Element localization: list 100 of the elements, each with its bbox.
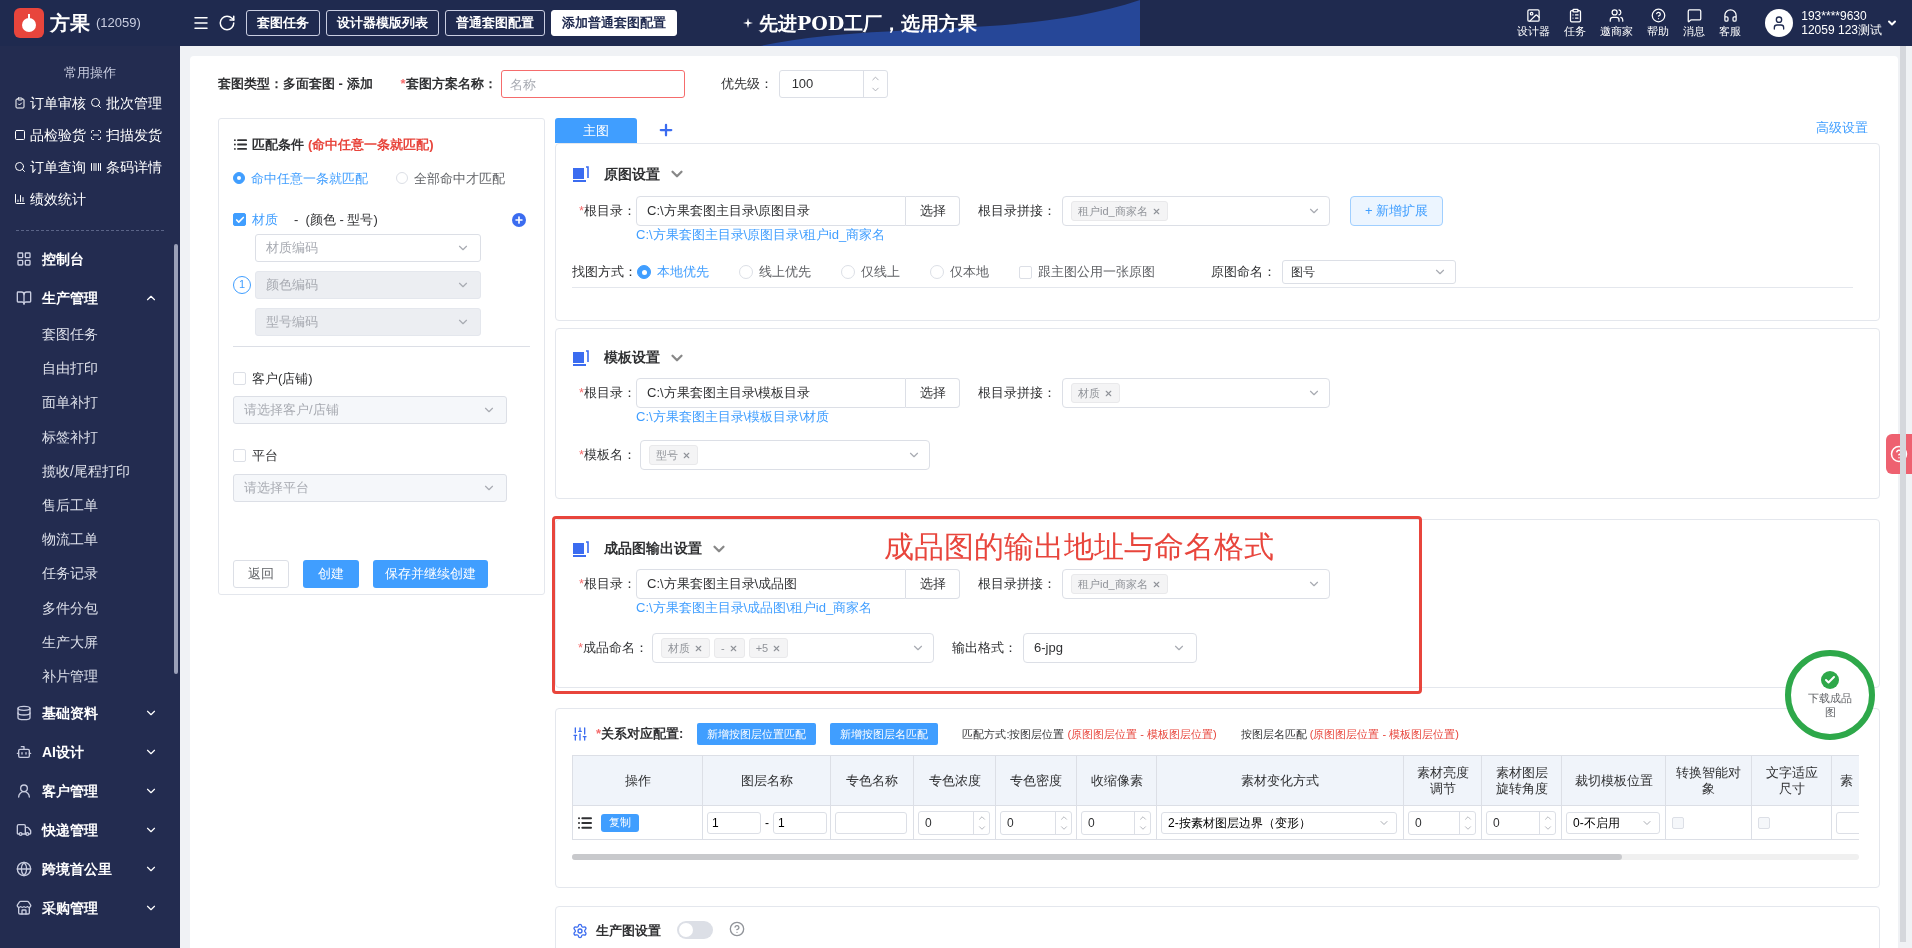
name-field[interactable]: 名称 <box>500 70 685 98</box>
layer-to-field[interactable]: 1 <box>773 811 827 834</box>
help-icon[interactable] <box>729 921 745 937</box>
page-scrollbar[interactable] <box>1900 46 1906 942</box>
filter-checkbox[interactable] <box>233 449 246 463</box>
toolbar-button[interactable]: 消息 <box>1683 8 1706 38</box>
avatar[interactable] <box>1765 9 1794 37</box>
number-field[interactable]: 0 <box>918 810 990 835</box>
select-tag: +5 <box>748 638 789 658</box>
drag-handle-icon[interactable] <box>577 814 593 831</box>
menu-item[interactable]: 采购管理 <box>0 888 180 928</box>
quick-action[interactable]: 订单查询 <box>14 156 90 178</box>
filter-checkbox[interactable] <box>233 371 246 385</box>
quick-action[interactable]: 条码详情 <box>90 156 166 178</box>
add-icon[interactable] <box>512 212 526 227</box>
page-tab[interactable]: 添加普通套图配置 <box>551 10 677 36</box>
toolbar-button[interactable]: 邀商家 <box>1600 8 1634 38</box>
search-mode-radio[interactable]: 仅线上 <box>841 262 900 282</box>
submenu-item[interactable]: 套图任务 <box>0 317 180 352</box>
scrollbar[interactable] <box>572 854 1622 860</box>
search-mode-radio[interactable]: 仅本地 <box>930 262 989 282</box>
submenu-item[interactable]: 面单补打 <box>0 385 180 421</box>
menu-item[interactable]: AI设计 <box>0 732 180 772</box>
choose-button[interactable]: 选择 <box>906 569 960 599</box>
share-checkbox[interactable]: 跟主图公用一张原图 <box>1019 262 1155 282</box>
page-tab[interactable]: 普通套图配置 <box>445 10 545 36</box>
menu-item[interactable]: 快递管理 <box>0 810 180 850</box>
remove-icon[interactable] <box>1104 388 1113 398</box>
submenu-item[interactable]: 多件分包 <box>0 591 180 626</box>
menu-item[interactable]: 控制台 <box>0 239 180 279</box>
column-header: 专色名称 <box>831 756 914 806</box>
menu-icon[interactable] <box>192 14 210 32</box>
remove-icon[interactable] <box>728 643 738 653</box>
menu-icon <box>16 783 32 800</box>
production-switch[interactable] <box>677 921 713 939</box>
priority-field[interactable]: 100 <box>778 70 888 98</box>
submenu-item[interactable]: 任务记录 <box>0 556 180 591</box>
sparkle-icon <box>743 18 753 28</box>
fit-text-checkbox[interactable] <box>1758 816 1770 829</box>
crop-select[interactable]: 0-不启用 <box>1566 811 1660 834</box>
add-tab-icon[interactable] <box>657 121 675 139</box>
remove-icon[interactable] <box>1151 579 1161 589</box>
spot-name-field[interactable] <box>835 811 907 834</box>
submenu-item[interactable]: 揽收/尾程打印 <box>0 454 180 489</box>
menu-item[interactable]: 客户管理 <box>0 771 180 811</box>
directory-field[interactable]: C:\方果套图主目录\原图目录 <box>636 196 906 226</box>
directory-field[interactable]: C:\方果套图主目录\模板目录 <box>636 378 906 408</box>
directory-field[interactable]: C:\方果套图主目录\成品图 <box>636 569 906 599</box>
transform-select[interactable]: 2-按素材图层边界（变形） <box>1161 811 1397 834</box>
menu-icon <box>16 290 32 306</box>
number-field[interactable]: 0 <box>1486 810 1556 835</box>
material-label: 材质 <box>252 211 278 229</box>
submenu-item[interactable]: 自由打印 <box>0 351 180 386</box>
check-icon <box>1824 674 1836 686</box>
menu-icon <box>16 861 32 878</box>
column-header: 收缩像素 <box>1077 756 1157 806</box>
quick-action-icon <box>14 161 26 173</box>
smart-object-checkbox[interactable] <box>1672 816 1684 829</box>
page-tab[interactable]: 设计器模版列表 <box>326 10 439 36</box>
quick-action[interactable]: 扫描发货 <box>90 124 166 146</box>
select-tag: 材质 <box>661 638 710 658</box>
choose-button[interactable]: 选择 <box>906 196 960 226</box>
number-field[interactable]: 0 <box>1081 810 1151 835</box>
page-tab[interactable]: 套图任务 <box>246 10 320 36</box>
material-checkbox[interactable] <box>233 213 246 227</box>
search-mode-radio[interactable]: 线上优先 <box>739 262 811 282</box>
menu-item[interactable]: 跨境首公里 <box>0 849 180 889</box>
scrollbar[interactable] <box>174 244 178 674</box>
toolbar-button[interactable]: 任务 <box>1564 8 1587 38</box>
remove-icon[interactable] <box>694 643 703 653</box>
choose-button[interactable]: 选择 <box>906 378 960 408</box>
quick-action[interactable]: 订单审核 <box>14 92 90 114</box>
section-icon <box>572 539 590 558</box>
match-mode-radio[interactable]: 全部命中才匹配 <box>396 168 505 188</box>
menu-item[interactable]: 基础资料 <box>0 693 180 733</box>
submenu-item[interactable]: 物流工单 <box>0 522 180 557</box>
submenu-item[interactable]: 标签补打 <box>0 420 180 455</box>
quick-action[interactable]: 批次管理 <box>90 92 166 114</box>
number-field[interactable]: 0 <box>1000 810 1072 835</box>
toolbar-button[interactable]: 客服 <box>1719 8 1742 38</box>
form-button[interactable]: 返回 <box>233 560 289 588</box>
remove-icon[interactable] <box>1151 206 1161 216</box>
format-select[interactable]: 6-jpg <box>1023 633 1197 663</box>
toolbar-button[interactable]: 设计器 <box>1517 8 1551 38</box>
quick-action[interactable]: 品检验货 <box>14 124 90 146</box>
submenu-item[interactable]: 生产大屏 <box>0 625 180 660</box>
remove-icon[interactable] <box>772 643 782 653</box>
refresh-icon[interactable] <box>218 14 236 32</box>
quick-action[interactable]: 绩效统计 <box>14 188 90 210</box>
toolbar-button[interactable]: 帮助 <box>1647 8 1670 38</box>
remove-icon[interactable] <box>682 450 691 460</box>
number-field[interactable]: 0 <box>1408 810 1476 835</box>
material-suffix: - (颜色 - 型号) <box>294 211 378 229</box>
menu-item[interactable]: 生产管理 <box>0 278 180 318</box>
submenu-item[interactable]: 补片管理 <box>0 659 180 694</box>
menu-icon <box>16 744 32 761</box>
submenu-item[interactable]: 售后工单 <box>0 488 180 523</box>
naming-select[interactable]: 图号 <box>1282 260 1456 284</box>
field-label: *套图方案名称： <box>400 75 497 94</box>
layer-from-field[interactable]: 1 <box>707 811 761 834</box>
